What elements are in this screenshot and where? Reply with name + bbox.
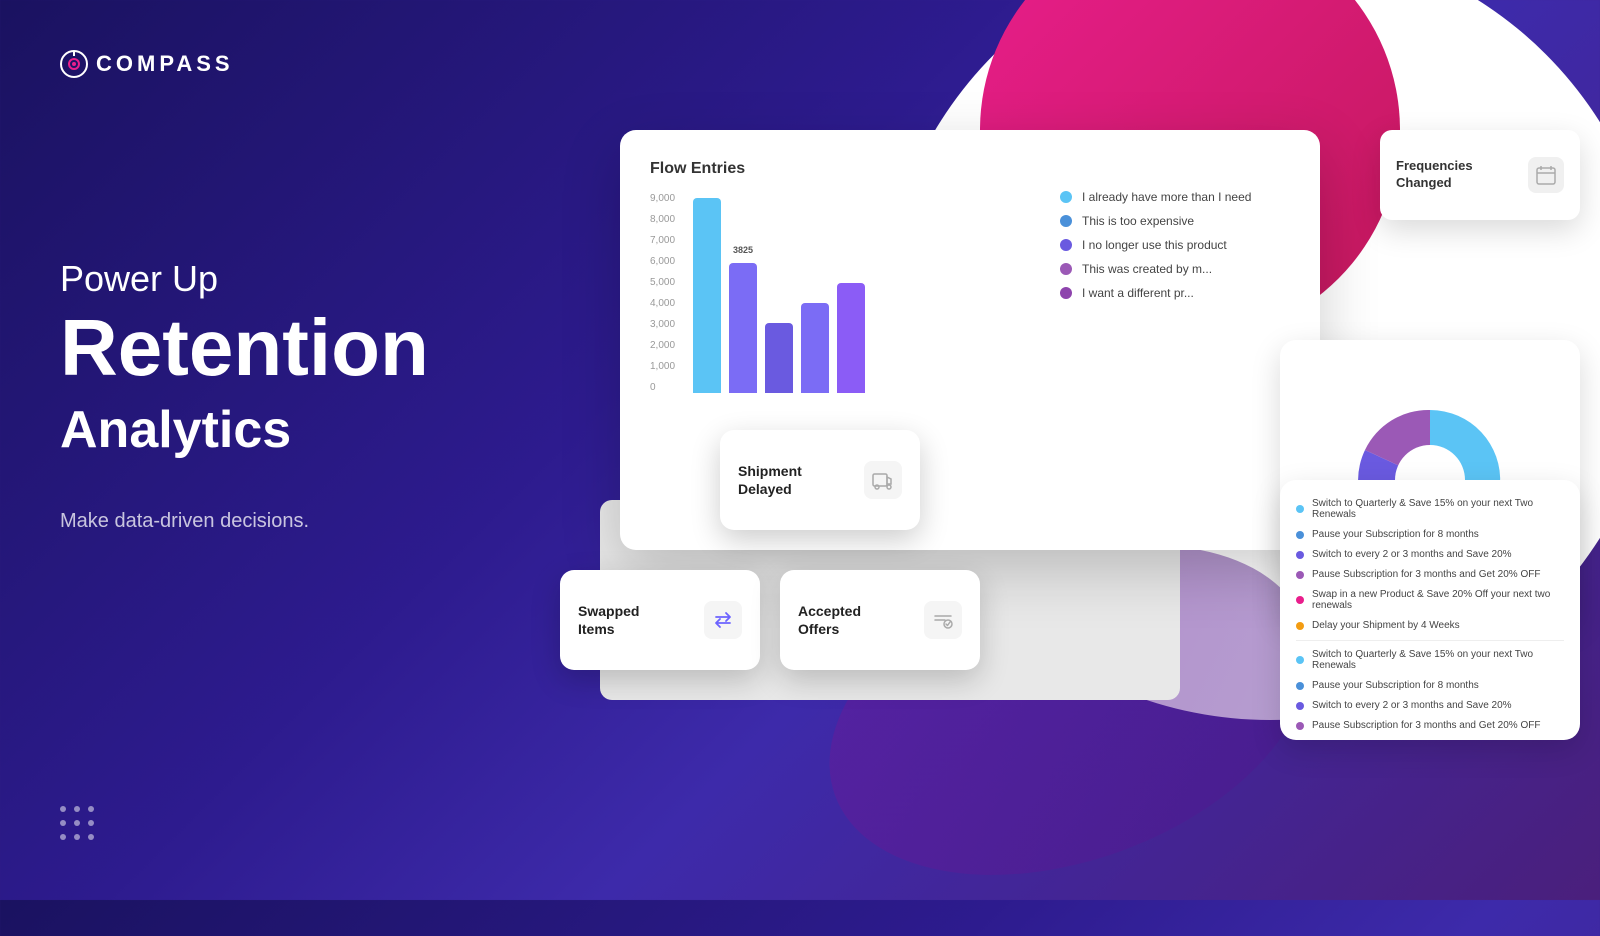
logo-icon (60, 50, 88, 78)
accepted-offers-card: AcceptedOffers (780, 570, 980, 670)
dot (60, 834, 66, 840)
list-item-row-9: Switch to every 2 or 3 months and Save 2… (1296, 700, 1564, 711)
list-dot (1296, 571, 1304, 579)
list-item-row-5: Swap in a new Product & Save 20% Off you… (1296, 589, 1564, 611)
list-dot (1296, 702, 1304, 710)
bar-2: 3825 (729, 263, 757, 393)
legend-dot-4 (1060, 263, 1072, 275)
list-dot (1296, 622, 1304, 630)
logo: COMPASS (60, 50, 500, 78)
dot (60, 806, 66, 812)
list-card: Switch to Quarterly & Save 15% on your n… (1280, 480, 1580, 740)
list-item-row-8: Pause your Subscription for 8 months (1296, 680, 1564, 691)
legend-dot-3 (1060, 239, 1072, 251)
left-panel: COMPASS Power Up Retention Analytics Mak… (0, 0, 560, 900)
list-item-row-4: Pause Subscription for 3 months and Get … (1296, 569, 1564, 580)
bar-5 (837, 283, 865, 393)
list-dot (1296, 551, 1304, 559)
bar-1 (693, 198, 721, 393)
dot (88, 806, 94, 812)
shipment-delayed-card: ShipmentDelayed (720, 430, 920, 530)
headline-medium: Analytics (60, 400, 500, 460)
headline-small: Power Up (60, 258, 500, 300)
list-dot (1296, 656, 1304, 664)
chart-title: Flow Entries (650, 160, 1290, 178)
offers-card-text: AcceptedOffers (798, 602, 861, 638)
freq-card: FrequenciesChanged (1380, 130, 1580, 220)
legend-item-3: I no longer use this product (1060, 238, 1300, 252)
dot (88, 820, 94, 826)
list-item-row-2: Pause your Subscription for 8 months (1296, 529, 1564, 540)
legend-dot-5 (1060, 287, 1072, 299)
freq-icon (1528, 157, 1564, 193)
dot (88, 834, 94, 840)
list-dot (1296, 682, 1304, 690)
list-dot (1296, 722, 1304, 730)
bar-4 (801, 303, 829, 393)
freq-card-text: FrequenciesChanged (1396, 158, 1473, 192)
dots-grid (60, 806, 94, 840)
offers-icon (924, 601, 962, 639)
legend-item-2: This is too expensive (1060, 214, 1300, 228)
swapped-icon (704, 601, 742, 639)
legend-dot-2 (1060, 215, 1072, 227)
bar-chart: 3825 (683, 193, 875, 393)
list-item-row-1: Switch to Quarterly & Save 15% on your n… (1296, 498, 1564, 520)
legend-dot-1 (1060, 191, 1072, 203)
dot (60, 820, 66, 826)
legend-item-5: I want a different pr... (1060, 286, 1300, 300)
list-item-row-3: Switch to every 2 or 3 months and Save 2… (1296, 549, 1564, 560)
list-item-row-10: Pause Subscription for 3 months and Get … (1296, 720, 1564, 731)
list-item-row-6: Delay your Shipment by 4 Weeks (1296, 620, 1564, 631)
swapped-card-text: SwappedItems (578, 602, 639, 638)
shipment-icon (864, 461, 902, 499)
legend-item-1: I already have more than I need (1060, 190, 1300, 204)
shipment-card-text: ShipmentDelayed (738, 462, 802, 498)
list-dot (1296, 531, 1304, 539)
legend-item-4: This was created by m... (1060, 262, 1300, 276)
mockup-area: Flow Entries 9,000 8,000 7,000 6,000 5,0… (540, 0, 1600, 900)
dot (74, 834, 80, 840)
legend-panel: I already have more than I need This is … (1060, 190, 1300, 310)
bar-3 (765, 323, 793, 393)
dot (74, 820, 80, 826)
list-dot (1296, 505, 1304, 513)
swapped-items-card: SwappedItems (560, 570, 760, 670)
divider (1296, 640, 1564, 641)
y-axis-labels: 9,000 8,000 7,000 6,000 5,000 4,000 3,00… (650, 193, 675, 393)
list-item-row-7: Switch to Quarterly & Save 15% on your n… (1296, 649, 1564, 671)
list-dot (1296, 596, 1304, 604)
tagline: Make data-driven decisions. (60, 510, 500, 533)
dot (74, 806, 80, 812)
logo-text: COMPASS (96, 51, 234, 77)
headline-large: Retention (60, 308, 500, 388)
